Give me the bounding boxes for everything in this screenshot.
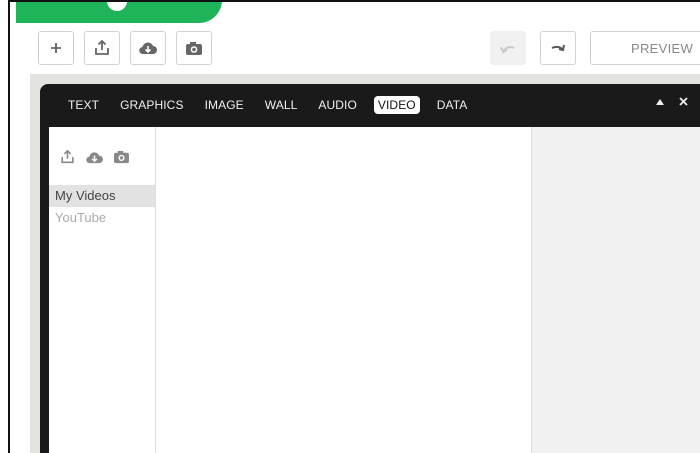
preview-button[interactable]: PREVIEW [590, 31, 700, 65]
tab-graphics[interactable]: GRAPHICS [116, 96, 187, 114]
sidebar-source-icons [59, 149, 130, 165]
camera-icon[interactable] [113, 150, 130, 164]
tab-video[interactable]: VIDEO [373, 96, 420, 114]
tab-wall[interactable]: WALL [261, 96, 302, 114]
brand-tab [16, 2, 222, 23]
camera-icon [186, 41, 202, 55]
add-button[interactable] [38, 31, 74, 65]
redo-icon [551, 44, 565, 52]
undo-icon [500, 46, 515, 54]
cloud-download-button[interactable] [130, 31, 166, 65]
undo-button[interactable] [490, 31, 526, 65]
camera-button[interactable] [176, 31, 212, 65]
video-content-area [156, 127, 531, 453]
preview-pane [531, 127, 700, 453]
plus-icon [51, 43, 61, 53]
tab-text[interactable]: TEXT [64, 96, 103, 114]
cloud-download-icon[interactable] [85, 150, 104, 165]
cloud-download-icon [139, 42, 157, 55]
sidebar-item-youtube[interactable]: YouTube [49, 207, 156, 229]
upload-icon [95, 39, 109, 55]
collapse-icon[interactable] [655, 98, 665, 106]
upload-icon[interactable] [59, 149, 76, 165]
brand-logo [107, 2, 127, 11]
video-sidebar: My Videos YouTube [49, 127, 156, 453]
app-frame: PREVIEW TEXT GRAPHICS IMAGE WALL AUDIO V… [8, 0, 700, 453]
panel-controls [655, 97, 688, 106]
close-icon[interactable] [679, 97, 688, 106]
upload-button[interactable] [84, 31, 120, 65]
panel-tabs: TEXT GRAPHICS IMAGE WALL AUDIO VIDEO DAT… [40, 84, 700, 126]
media-panel: TEXT GRAPHICS IMAGE WALL AUDIO VIDEO DAT… [40, 84, 700, 453]
redo-button[interactable] [540, 31, 576, 65]
preview-label: PREVIEW [631, 40, 694, 56]
panel-body: My Videos YouTube [49, 127, 700, 453]
sidebar-item-my-videos[interactable]: My Videos [49, 185, 156, 207]
tab-data[interactable]: DATA [433, 96, 472, 114]
tab-audio[interactable]: AUDIO [314, 96, 361, 114]
tab-image[interactable]: IMAGE [201, 96, 248, 114]
